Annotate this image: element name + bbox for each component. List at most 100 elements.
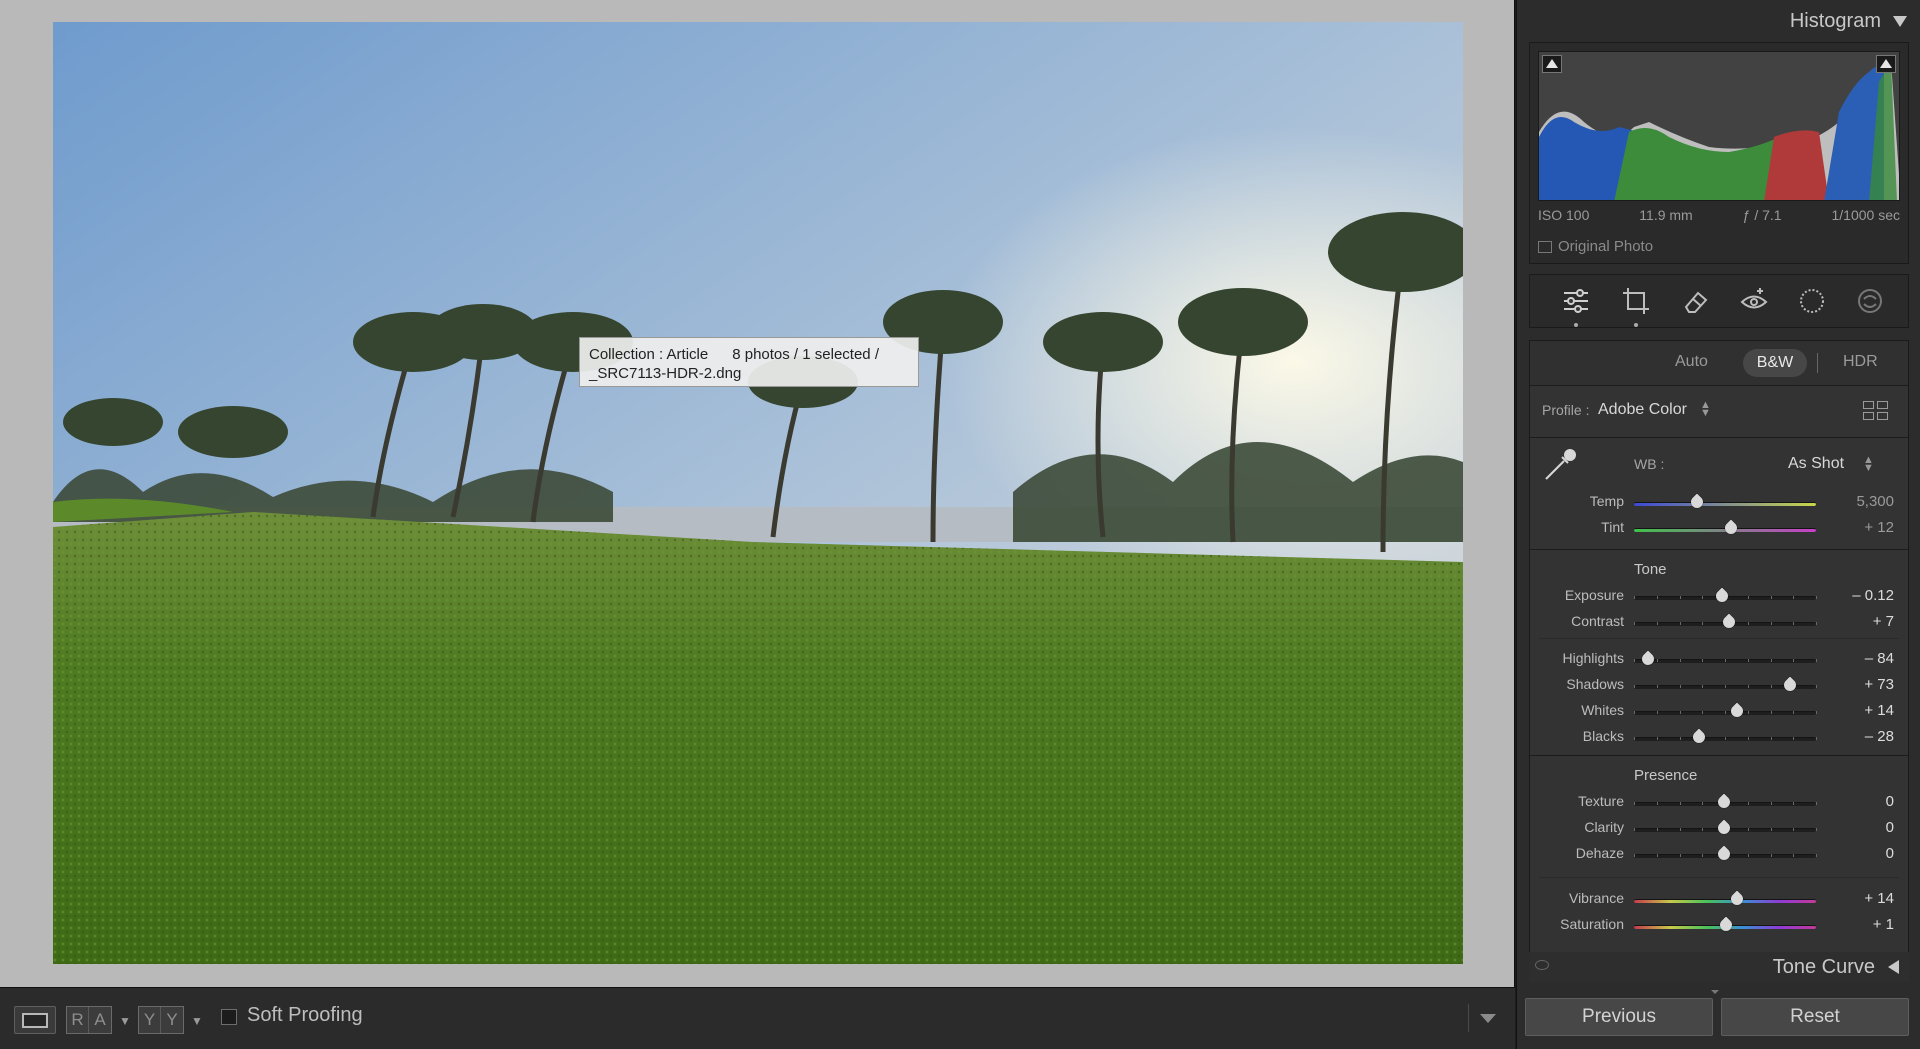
collection-tooltip: Collection : Article 8 photos / 1 selecte… [579,337,919,387]
exif-aperture: ƒ / 7.1 [1742,207,1782,223]
whites-value[interactable]: + 14 [1820,702,1894,719]
whites-label: Whites [1581,702,1624,718]
before-after-tb-dropdown-icon[interactable]: ▼ [191,1014,203,1028]
highlight-clipping-button[interactable] [1876,55,1896,73]
toolbar-options-menu[interactable] [1468,1004,1498,1032]
before-after-a-label: A [94,1010,106,1029]
whites-ticks [1634,711,1817,715]
wb-eyedropper-icon[interactable] [1540,445,1580,485]
hdr-button[interactable]: HDR [1843,353,1878,371]
divider [1539,638,1899,639]
blacks-ticks [1634,737,1817,741]
exif-shutter: 1/1000 sec [1831,207,1901,223]
shadows-value[interactable]: + 73 [1820,676,1894,693]
before-after-y2-label: Y [166,1010,178,1029]
treatment-row: Auto B&W HDR [1530,341,1908,385]
exposure-label: Exposure [1564,587,1624,603]
before-after-lr-button[interactable]: RA [66,1006,112,1034]
texture-label: Texture [1578,793,1624,809]
before-after-tb-button[interactable]: YY [138,1006,184,1034]
soft-proofing-checkbox[interactable] [221,1009,237,1025]
temp-value[interactable]: 5,300 [1820,493,1894,510]
highlights-value[interactable]: – 84 [1820,650,1894,667]
exif-iso: ISO 100 [1538,207,1590,223]
tooltip-collection: Collection : Article [589,346,709,363]
edit-active-dot [1574,323,1578,327]
crop-icon[interactable] [1620,285,1652,317]
clarity-value[interactable]: 0 [1820,819,1894,836]
before-after-r-label: R [67,1007,89,1033]
tint-label: Tint [1601,519,1624,535]
red-eye-icon[interactable] [1738,285,1770,317]
wb-select[interactable]: As Shot [1788,455,1844,473]
tooltip-filename: _SRC7113-HDR-2.dng [589,365,742,382]
basic-panel: Auto B&W HDR Profile : Adobe Color ▲ ▼ WB… [1529,340,1909,980]
loupe-view-button[interactable] [14,1006,56,1034]
profile-select[interactable]: Adobe Color [1598,401,1687,419]
tint-value[interactable]: + 12 [1820,519,1894,536]
develop-right-panel: Histogram ISO 100 11.9 mm ƒ / 7.1 1/1000… [1516,0,1920,1049]
histogram-title: Histogram [1789,10,1881,32]
temp-slider[interactable] [1634,502,1816,506]
tone-curve-expand-icon[interactable] [1888,960,1899,974]
presence-title: Presence [1634,767,1698,784]
auto-button[interactable]: Auto [1675,353,1708,371]
edit-sliders-icon[interactable] [1560,285,1592,317]
exposure-value[interactable]: – 0.12 [1820,587,1894,604]
tone-curve-title: Tone Curve [1772,956,1875,978]
profile-browser-icon[interactable] [1863,401,1889,421]
dehaze-label: Dehaze [1575,845,1624,861]
contrast-label: Contrast [1571,613,1624,629]
contrast-value[interactable]: + 7 [1820,613,1894,630]
shadow-clipping-button[interactable] [1542,55,1562,73]
blacks-label: Blacks [1582,728,1624,744]
tone-curve-header[interactable]: Tone Curve [1529,952,1909,982]
blacks-value[interactable]: – 28 [1820,728,1894,745]
histogram-graph[interactable] [1538,51,1900,201]
divider [1539,877,1899,878]
exif-info: ISO 100 11.9 mm ƒ / 7.1 1/1000 sec [1538,207,1900,223]
photo-preview[interactable] [53,22,1463,964]
masking-icon[interactable] [1796,285,1828,317]
clarity-label: Clarity [1584,819,1624,835]
vibrance-value[interactable]: + 14 [1820,890,1894,907]
panel-bottom-buttons: Previous Reset [1517,994,1920,1049]
histogram-panel: ISO 100 11.9 mm ƒ / 7.1 1/1000 sec Origi… [1529,42,1909,264]
shadows-label: Shadows [1566,676,1624,692]
tone-title: Tone [1634,561,1667,578]
texture-value[interactable]: 0 [1820,793,1894,810]
divider [1530,549,1908,550]
presets-icon[interactable] [1854,285,1886,317]
profile-updown-icon[interactable]: ▲ ▼ [1700,400,1711,419]
original-photo-checkbox[interactable] [1538,241,1552,253]
divider [1530,437,1908,438]
reset-button[interactable]: Reset [1721,998,1909,1036]
saturation-value[interactable]: + 1 [1820,916,1894,933]
crop-active-dot [1634,323,1638,327]
wb-label: WB : [1634,456,1665,472]
loupe-view-icon [22,1013,48,1028]
tool-strip [1529,274,1909,328]
histogram-plot [1539,62,1899,200]
original-photo-label[interactable]: Original Photo [1558,238,1653,255]
previous-button[interactable]: Previous [1525,998,1713,1036]
soft-proofing-label[interactable]: Soft Proofing [247,1004,363,1027]
profile-row: Profile : Adobe Color ▲ ▼ [1530,385,1908,437]
before-after-y1-label: Y [139,1007,161,1033]
tone-curve-visibility-icon[interactable] [1535,960,1549,970]
image-viewer[interactable]: Collection : Article 8 photos / 1 selecte… [0,0,1515,987]
mode-separator [1817,353,1818,373]
wb-updown-icon[interactable]: ▲ ▼ [1863,455,1874,474]
dehaze-value[interactable]: 0 [1820,845,1894,862]
histogram-collapse-icon[interactable] [1893,16,1907,27]
vibrance-label: Vibrance [1568,890,1624,906]
bw-button[interactable]: B&W [1743,349,1807,377]
before-after-dropdown-icon[interactable]: ▼ [119,1014,131,1028]
eraser-icon[interactable] [1680,285,1712,317]
exif-focal-length: 11.9 mm [1639,207,1693,223]
vibrance-slider[interactable] [1634,899,1816,903]
highlights-ticks [1634,659,1817,663]
histogram-header[interactable]: Histogram [1517,0,1920,42]
highlights-label: Highlights [1562,650,1624,666]
tooltip-count: 8 photos / 1 selected / [732,346,879,363]
